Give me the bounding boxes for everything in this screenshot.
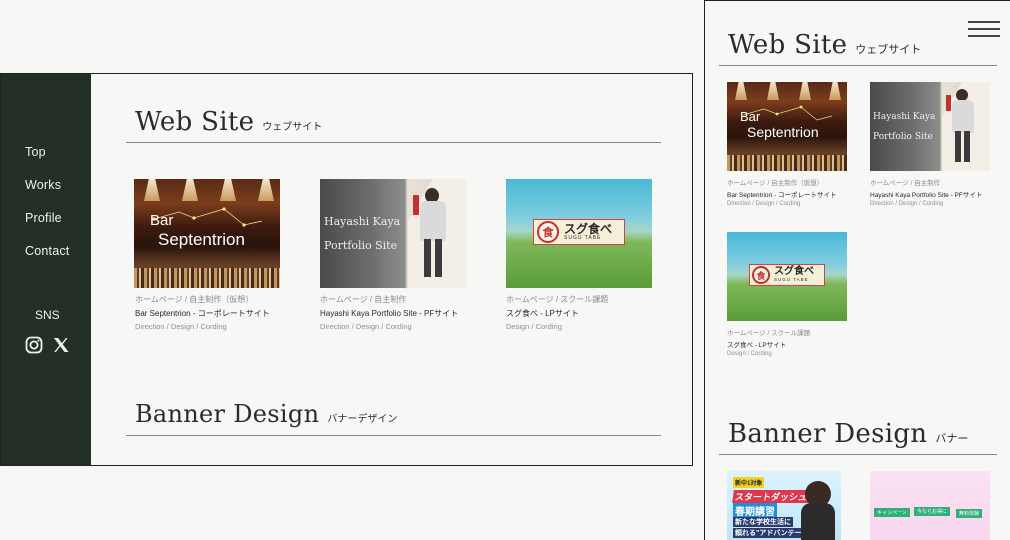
work-thumbnail[interactable]: 食 スグ食べ SUGU TABE: [727, 232, 847, 321]
work-category: ホームページ / 自主制作: [320, 295, 407, 304]
work-category: ホームページ / スクール課題: [727, 330, 811, 337]
banner-section-subtitle: バナーデザイン: [327, 414, 398, 425]
banner-text: 新たな学校生活に: [733, 517, 793, 527]
work-roles: Direction / Design / Cording: [870, 201, 944, 207]
web-section-heading: Web Site ウェブサイト: [135, 107, 322, 137]
mobile-preview: Web Site ウェブサイト Bar Septentrion ホームページ / …: [704, 0, 1010, 540]
thumb-text: SUGU TABE: [564, 235, 602, 241]
divider: [719, 454, 997, 455]
banner-text: キャンペーン: [874, 508, 910, 517]
work-thumbnail[interactable]: Hayashi Kaya Portfolio Site: [870, 82, 990, 171]
thumb-text: Bar: [150, 212, 174, 229]
thumb-text: Septentrion: [747, 124, 819, 140]
sugu-logo: 食 スグ食べ SUGU TABE: [749, 264, 825, 286]
work-category: ホームページ / スクール課題: [506, 295, 609, 304]
desktop-preview: Top Works Profile Contact SNS Web Site ウェ…: [0, 73, 693, 466]
work-category: ホームページ / 自主制作: [870, 180, 941, 187]
nav-profile[interactable]: Profile: [25, 211, 62, 225]
banner-section-title: Banner Design: [135, 400, 320, 428]
banner-section-heading: Banner Design バナー: [728, 419, 968, 449]
thumb-text: Hayashi Kaya: [324, 215, 401, 228]
divider: [126, 435, 661, 436]
thumb-text: Bar: [740, 109, 761, 124]
thumb-text: Portfolio Site: [324, 239, 398, 252]
work-category: ホームページ / 自主制作（仮想）: [727, 180, 824, 187]
work-title[interactable]: Hayashi Kaya Portfolio Site - PFサイト: [870, 189, 982, 199]
x-icon[interactable]: [52, 336, 70, 354]
divider: [719, 65, 997, 66]
work-thumbnail[interactable]: Bar Septentrion: [727, 82, 847, 171]
work-title[interactable]: Bar Septentrion - コーポレートサイト: [135, 308, 270, 319]
work-thumbnail[interactable]: 食 スグ食べ SUGU TABE: [506, 179, 652, 288]
web-section-heading: Web Site ウェブサイト: [728, 30, 921, 60]
banner-section-heading: Banner Design バナーデザイン: [135, 400, 397, 428]
banner-section-title: Banner Design: [728, 419, 928, 449]
sns-label: SNS: [35, 308, 60, 322]
thumb-text: 食: [537, 221, 559, 243]
work-thumbnail[interactable]: Bar Septentrion: [134, 179, 280, 288]
banner-text: 春期講習: [733, 503, 777, 518]
work-title[interactable]: Bar Septentrion - コーポレートサイト: [727, 189, 836, 199]
thumb-text: スグ食べ: [774, 266, 814, 278]
work-roles: Design / Cording: [727, 351, 772, 357]
sidebar: Top Works Profile Contact SNS: [1, 74, 91, 465]
sugu-logo: 食 スグ食べ SUGU TABE: [533, 219, 625, 245]
work-roles: Design / Cording: [506, 322, 562, 331]
thumb-text: 食: [752, 266, 770, 284]
banner-text: 新中1対象: [733, 477, 765, 488]
web-section-title: Web Site: [728, 30, 848, 60]
thumb-text: Hayashi Kaya: [873, 112, 936, 122]
work-roles: Direction / Design / Cording: [135, 322, 227, 331]
work-category: ホームページ / 自主制作（仮想）: [135, 295, 254, 304]
work-roles: Direction / Design / Cording: [320, 322, 412, 331]
web-section-title: Web Site: [135, 107, 255, 137]
instagram-icon[interactable]: [25, 336, 43, 354]
banner-thumbnail-2[interactable]: キャンペーン 今ならお得に 無料体験: [870, 471, 990, 540]
web-section-subtitle: ウェブサイト: [855, 44, 922, 56]
thumb-text: Portfolio Site: [873, 132, 933, 142]
banner-text: 今ならお得に: [914, 507, 951, 516]
thumb-text: Septentrion: [158, 230, 245, 249]
work-thumbnail[interactable]: Hayashi Kaya Portfolio Site: [320, 179, 466, 288]
banner-section-subtitle: バナー: [935, 433, 969, 445]
work-title[interactable]: スグ食べ - LPサイト: [727, 339, 786, 349]
work-title[interactable]: Hayashi Kaya Portfolio Site - PFサイト: [320, 308, 458, 319]
work-roles: Direction / Design / Cording: [727, 201, 801, 207]
thumb-text: スグ食べ: [564, 222, 613, 236]
web-section-subtitle: ウェブサイト: [262, 122, 323, 133]
nav-top[interactable]: Top: [25, 145, 46, 159]
nav-works[interactable]: Works: [25, 178, 61, 192]
banner-text: スタートダッシュ: [732, 490, 810, 503]
nav-contact[interactable]: Contact: [25, 244, 69, 258]
divider: [126, 142, 661, 143]
thumb-text: SUGU TABE: [774, 277, 809, 283]
banner-thumbnail-1[interactable]: 新中1対象 スタートダッシュ 春期講習 新たな学校生活に 頼れる"アドバンテージ…: [727, 471, 841, 540]
banner-text: 無料体験: [956, 509, 983, 518]
work-title[interactable]: スグ食べ - LPサイト: [506, 308, 579, 319]
